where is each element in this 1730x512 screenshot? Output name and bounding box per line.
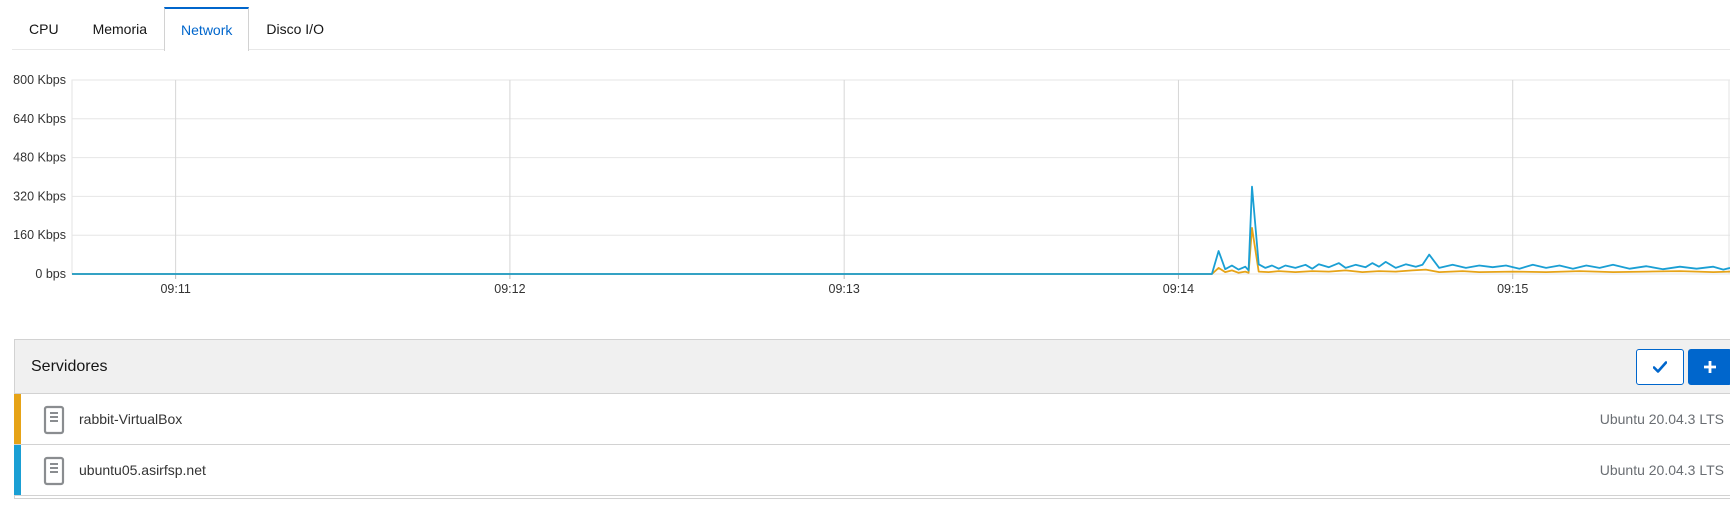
select-servers-button[interactable] <box>1636 349 1684 385</box>
y-tick-label: 640 Kbps <box>13 112 66 126</box>
x-tick-label: 09:13 <box>829 282 860 296</box>
x-tick-label: 09:11 <box>160 282 190 296</box>
series-line <box>72 185 1730 275</box>
x-tick-label: 09:15 <box>1497 282 1528 296</box>
tab-cpu[interactable]: CPU <box>12 7 76 50</box>
servers-panel-title: Servidores <box>31 357 108 375</box>
tab-disco-io[interactable]: Disco I/O <box>249 7 341 50</box>
plot-area <box>71 79 1730 275</box>
network-chart: 0 bps 160 Kbps 320 Kbps 480 Kbps 640 Kbps 800… <box>0 64 1730 304</box>
y-tick-label: 320 Kbps <box>13 189 66 203</box>
check-icon <box>1653 361 1667 373</box>
server-os: Ubuntu 20.04.3 LTS <box>1599 462 1724 478</box>
y-tick-label: 480 Kbps <box>13 151 66 165</box>
tab-bar: CPU Memoria Network Disco I/O <box>12 7 1730 51</box>
plus-icon <box>1704 361 1716 373</box>
y-tick-label: 0 bps <box>35 267 66 281</box>
x-tick-label: 09:14 <box>1163 282 1194 296</box>
server-icon <box>43 456 65 486</box>
server-row[interactable]: ubuntu05.asirfsp.net Ubuntu 20.04.3 LTS <box>14 445 1730 496</box>
tab-memoria[interactable]: Memoria <box>76 7 164 50</box>
server-icon <box>43 405 65 435</box>
servers-panel: Servidores rabbit-VirtualBox Ubuntu 20.0… <box>14 339 1730 499</box>
x-tick-label: 09:12 <box>494 282 525 296</box>
y-tick-label: 160 Kbps <box>13 228 66 242</box>
add-server-button[interactable] <box>1688 349 1730 385</box>
tab-network[interactable]: Network <box>164 7 250 51</box>
server-color-bar <box>14 394 21 444</box>
server-os: Ubuntu 20.04.3 LTS <box>1599 411 1724 427</box>
network-chart-svg: 0 bps 160 Kbps 320 Kbps 480 Kbps 640 Kbps 800… <box>13 73 1730 296</box>
server-name: rabbit-VirtualBox <box>79 411 183 427</box>
server-name: ubuntu05.asirfsp.net <box>79 462 206 478</box>
y-tick-label: 800 Kbps <box>13 73 66 87</box>
servers-panel-header: Servidores <box>15 340 1730 394</box>
server-color-bar <box>14 445 21 495</box>
server-row[interactable]: rabbit-VirtualBox Ubuntu 20.04.3 LTS <box>14 394 1730 445</box>
